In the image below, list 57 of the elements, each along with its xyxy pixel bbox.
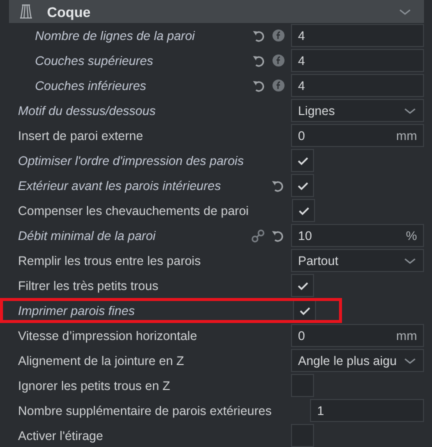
shell-icon xyxy=(19,4,33,20)
formula-icon[interactable] xyxy=(272,79,285,92)
check-icon xyxy=(296,156,308,166)
checkbox[interactable] xyxy=(291,274,314,297)
unit-label: mm xyxy=(396,328,417,342)
checkbox[interactable] xyxy=(293,299,316,322)
setting-label: Optimiser l'ordre d'impression des parois xyxy=(17,154,245,168)
setting-label: Nombre supplémentaire de parois extérieures xyxy=(17,404,272,418)
section-title: Coque xyxy=(47,4,92,20)
check-icon xyxy=(296,180,308,190)
unit-label: mm xyxy=(396,128,417,142)
setting-label: Remplir les trous entre les parois xyxy=(17,254,202,268)
number-field[interactable]: 10 % xyxy=(291,224,424,247)
chevron-down-icon xyxy=(403,106,417,116)
number-field[interactable]: 4 xyxy=(291,49,424,72)
formula-icon[interactable] xyxy=(272,29,285,42)
setting-label: Activer l'étirage xyxy=(17,428,104,442)
chevron-down-icon xyxy=(403,356,417,366)
unit-label: % xyxy=(406,228,417,242)
setting-label: Ignorer les petits trous en Z xyxy=(17,378,172,392)
dropdown[interactable]: Partout xyxy=(291,249,424,272)
checkbox[interactable] xyxy=(291,374,314,397)
setting-label: Compenser les chevauchements de paroi xyxy=(17,204,249,218)
chevron-down-icon xyxy=(403,256,417,266)
reset-icon[interactable] xyxy=(271,178,285,192)
reset-icon[interactable] xyxy=(252,78,266,92)
setting-label: Couches supérieures xyxy=(34,54,154,68)
setting-label: Imprimer parois fines xyxy=(17,304,136,318)
check-icon xyxy=(296,280,308,290)
number-field[interactable]: 0 mm xyxy=(291,124,424,147)
check-icon xyxy=(298,206,310,216)
dropdown[interactable]: Angle le plus aigu xyxy=(291,349,424,372)
dropdown[interactable]: Lignes xyxy=(291,99,424,122)
reset-icon[interactable] xyxy=(252,54,266,68)
setting-label: Débit minimal de la paroi xyxy=(17,228,157,242)
setting-label: Nombre de lignes de la paroi xyxy=(34,28,196,42)
reset-icon[interactable] xyxy=(252,28,266,42)
setting-label: Couches inférieures xyxy=(34,78,148,92)
setting-label: Motif du dessus/dessous xyxy=(17,104,157,118)
setting-label: Alignement de la jointure en Z xyxy=(17,354,186,368)
checkbox[interactable] xyxy=(291,174,314,197)
reset-icon[interactable] xyxy=(271,228,285,242)
checkbox[interactable] xyxy=(291,424,314,447)
chevron-down-icon[interactable] xyxy=(398,6,412,16)
number-field[interactable]: 0 mm xyxy=(291,324,424,347)
number-field[interactable]: 4 xyxy=(291,24,424,47)
setting-label: Extérieur avant les parois intérieures xyxy=(17,178,222,192)
setting-label: Filtrer les très petits trous xyxy=(17,278,160,292)
checkbox[interactable] xyxy=(292,199,316,222)
section-header[interactable]: Coque xyxy=(9,0,424,23)
setting-label: Insert de paroi externe xyxy=(17,128,144,142)
number-field[interactable]: 4 xyxy=(291,74,424,97)
formula-icon[interactable] xyxy=(272,54,285,67)
setting-label: Vitesse d’impression horizontale xyxy=(17,328,198,342)
check-icon xyxy=(298,306,310,316)
number-field[interactable]: 1 xyxy=(310,399,424,422)
checkbox[interactable] xyxy=(291,149,314,172)
